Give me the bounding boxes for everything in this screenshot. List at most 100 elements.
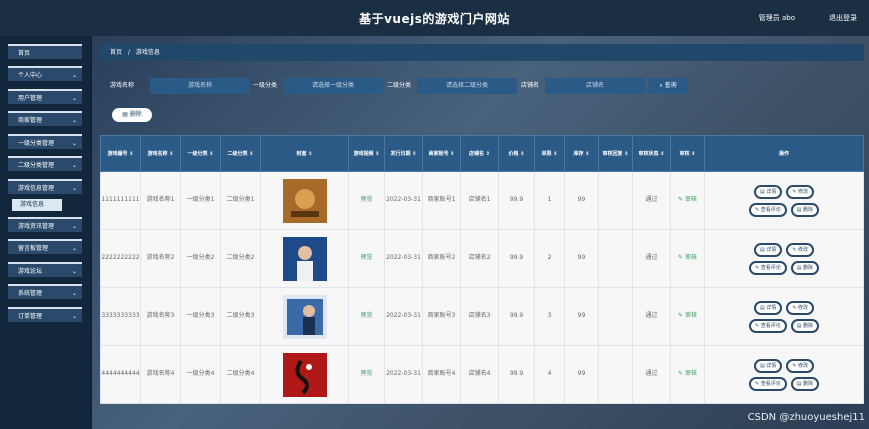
sidebar-item-users[interactable]: 用户管理 ⌄ — [8, 89, 82, 104]
edit-icon: ✎ — [678, 254, 685, 262]
audit-link[interactable]: ✎ 审核 — [670, 171, 705, 230]
category1-select[interactable]: 请选择一级分类 — [283, 78, 383, 94]
view-reviews-label: 查看评论 — [760, 380, 781, 387]
cell-limit: 2 — [534, 229, 565, 288]
edit-icon: ✎ — [678, 370, 685, 378]
delete-label: 删除 — [803, 380, 814, 387]
sidebar-item-profile[interactable]: 个人中心 ⌄ — [8, 66, 82, 81]
sidebar-item-messages[interactable]: 留言板管理 ⌄ — [8, 239, 82, 254]
cover-image[interactable] — [282, 294, 327, 339]
cell-price: 99.9 — [498, 229, 535, 288]
view-reviews-button[interactable]: ✎ 查看评论 — [748, 202, 787, 217]
col-header-price[interactable]: 价格 ⇕ — [498, 135, 535, 172]
detail-button[interactable]: ▤ 详情 — [753, 358, 783, 373]
cell-video-preview[interactable]: 预览 — [348, 229, 385, 288]
search-button[interactable]: ⌕ 查询 — [648, 78, 688, 94]
delete-button[interactable]: ▤ 删除 — [790, 202, 820, 217]
col-header-cover[interactable]: 封面 ⇕ — [260, 135, 349, 172]
cell-reply — [598, 287, 633, 346]
edit-label: 修改 — [798, 188, 809, 195]
cell-cover — [260, 229, 349, 288]
cover-image[interactable] — [282, 178, 327, 223]
cover-image[interactable] — [282, 236, 327, 281]
detail-button[interactable]: ▤ 详情 — [753, 184, 783, 199]
sidebar-item-merchants[interactable]: 商家管理 ⌄ — [8, 111, 82, 126]
table-row: 2222222222 游戏名称2 一级分类2 二级分类2 预览 2022-03-… — [100, 229, 864, 288]
view-reviews-label: 查看评论 — [760, 206, 781, 213]
edit-button[interactable]: ✎ 修改 — [786, 184, 815, 199]
delete-button[interactable]: ▤ 删除 — [790, 318, 820, 333]
edit-button[interactable]: ✎ 修改 — [786, 300, 815, 315]
col-header-category1[interactable]: 一级分类 ⇕ — [180, 135, 221, 172]
delete-button[interactable]: ▤ 删除 — [790, 260, 820, 275]
sidebar-item-news[interactable]: 游戏资讯管理 ⌄ — [8, 217, 82, 232]
bulk-delete-button[interactable]: ▤ 删除 — [110, 106, 154, 124]
audit-link[interactable]: ✎ 审核 — [670, 229, 705, 288]
col-header-category2[interactable]: 二级分类 ⇕ — [220, 135, 261, 172]
cell-reply — [598, 345, 633, 404]
sidebar-item-label: 订单管理 — [18, 313, 43, 320]
col-header-name[interactable]: 游戏名称 ⇕ — [140, 135, 181, 172]
view-reviews-button[interactable]: ✎ 查看评论 — [748, 318, 787, 333]
cell-reply — [598, 229, 633, 288]
col-header-stock[interactable]: 库存 ⇕ — [564, 135, 599, 172]
detail-button[interactable]: ▤ 详情 — [753, 300, 783, 315]
cell-name: 游戏名称2 — [140, 229, 181, 288]
detail-button[interactable]: ▤ 详情 — [753, 242, 783, 257]
audit-link[interactable]: ✎ 审核 — [670, 345, 705, 404]
col-header-id[interactable]: 游戏编号 ⇕ — [100, 135, 141, 172]
shop-name-label: 店铺名 — [521, 82, 540, 89]
view-reviews-button[interactable]: ✎ 查看评论 — [748, 376, 787, 391]
edit-button[interactable]: ✎ 修改 — [786, 358, 815, 373]
col-header-video[interactable]: 游戏视频 ⇕ — [348, 135, 385, 172]
cover-image[interactable] — [282, 352, 327, 397]
col-header-date[interactable]: 发行日期 ⇕ — [384, 135, 423, 172]
detail-label: 详情 — [766, 304, 777, 311]
breadcrumb-current: 游戏信息 — [135, 49, 160, 56]
sidebar-item-forum[interactable]: 游戏论坛 ⌄ — [8, 262, 82, 277]
game-name-input[interactable]: 游戏名称 — [150, 78, 250, 94]
cell-limit: 3 — [534, 287, 565, 346]
sidebar-item-system[interactable]: 系统管理 ⌄ — [8, 284, 82, 299]
sidebar-item-category1[interactable]: 一级分类管理 ⌄ — [8, 134, 82, 149]
edit-label: 修改 — [798, 304, 809, 311]
cell-name: 游戏名称4 — [140, 345, 181, 404]
breadcrumb-separator: / — [127, 49, 130, 56]
view-reviews-button[interactable]: ✎ 查看评论 — [748, 260, 787, 275]
cell-video-preview[interactable]: 预览 — [348, 287, 385, 346]
shop-name-input[interactable]: 店铺名 — [545, 78, 645, 94]
cell-cover — [260, 171, 349, 230]
col-header-limit[interactable]: 单限 ⇕ — [534, 135, 565, 172]
category2-select[interactable]: 请选择二级分类 — [417, 78, 517, 94]
sidebar-item-games[interactable]: 游戏信息管理 ⌄ — [8, 179, 82, 194]
cell-video-preview[interactable]: 预览 — [348, 171, 385, 230]
sidebar-item-label: 二级分类管理 — [18, 162, 55, 169]
cell-price: 99.9 — [498, 287, 535, 346]
col-header-merchant[interactable]: 商家账号 ⇕ — [422, 135, 461, 172]
cell-actions: ▤ 详情 ✎ 修改 ✎ 查看评论 ▤ 删除 — [704, 171, 864, 230]
cell-merchant: 商家账号4 — [422, 345, 461, 404]
col-header-status[interactable]: 审核状态 ⇕ — [632, 135, 671, 172]
col-header-shop[interactable]: 店铺名 ⇕ — [460, 135, 499, 172]
delete-button[interactable]: ▤ 删除 — [790, 376, 820, 391]
breadcrumb-home[interactable]: 首页 — [110, 49, 122, 56]
audit-link[interactable]: ✎ 审核 — [670, 287, 705, 346]
view-reviews-label: 查看评论 — [760, 264, 781, 271]
cell-date: 2022-03-31 — [384, 287, 423, 346]
sidebar-item-orders[interactable]: 订单管理 ⌄ — [8, 307, 82, 322]
main-content: 首页 / 游戏信息 游戏名称 游戏名称 一级分类 请选择一级分类 二级分类 请选… — [92, 36, 869, 429]
view-reviews-label: 查看评论 — [760, 322, 781, 329]
col-header-audit[interactable]: 审核 ⇕ — [670, 135, 705, 172]
sidebar-item-category2[interactable]: 二级分类管理 ⌄ — [8, 156, 82, 171]
edit-button[interactable]: ✎ 修改 — [786, 242, 815, 257]
col-header-reply[interactable]: 审核回复 ⇕ — [598, 135, 633, 172]
chevron-down-icon: ⌄ — [71, 245, 77, 252]
cell-name: 游戏名称1 — [140, 171, 181, 230]
cell-status: 通过 — [632, 229, 671, 288]
sidebar-subitem-game-info[interactable]: 游戏信息 — [12, 199, 62, 211]
cell-video-preview[interactable]: 预览 — [348, 345, 385, 404]
logout-link[interactable]: 退出登录 — [829, 13, 857, 23]
sidebar-item-home[interactable]: 首页 — [8, 44, 82, 59]
chevron-down-icon: ⌄ — [71, 223, 77, 230]
cell-merchant: 商家账号1 — [422, 171, 461, 230]
